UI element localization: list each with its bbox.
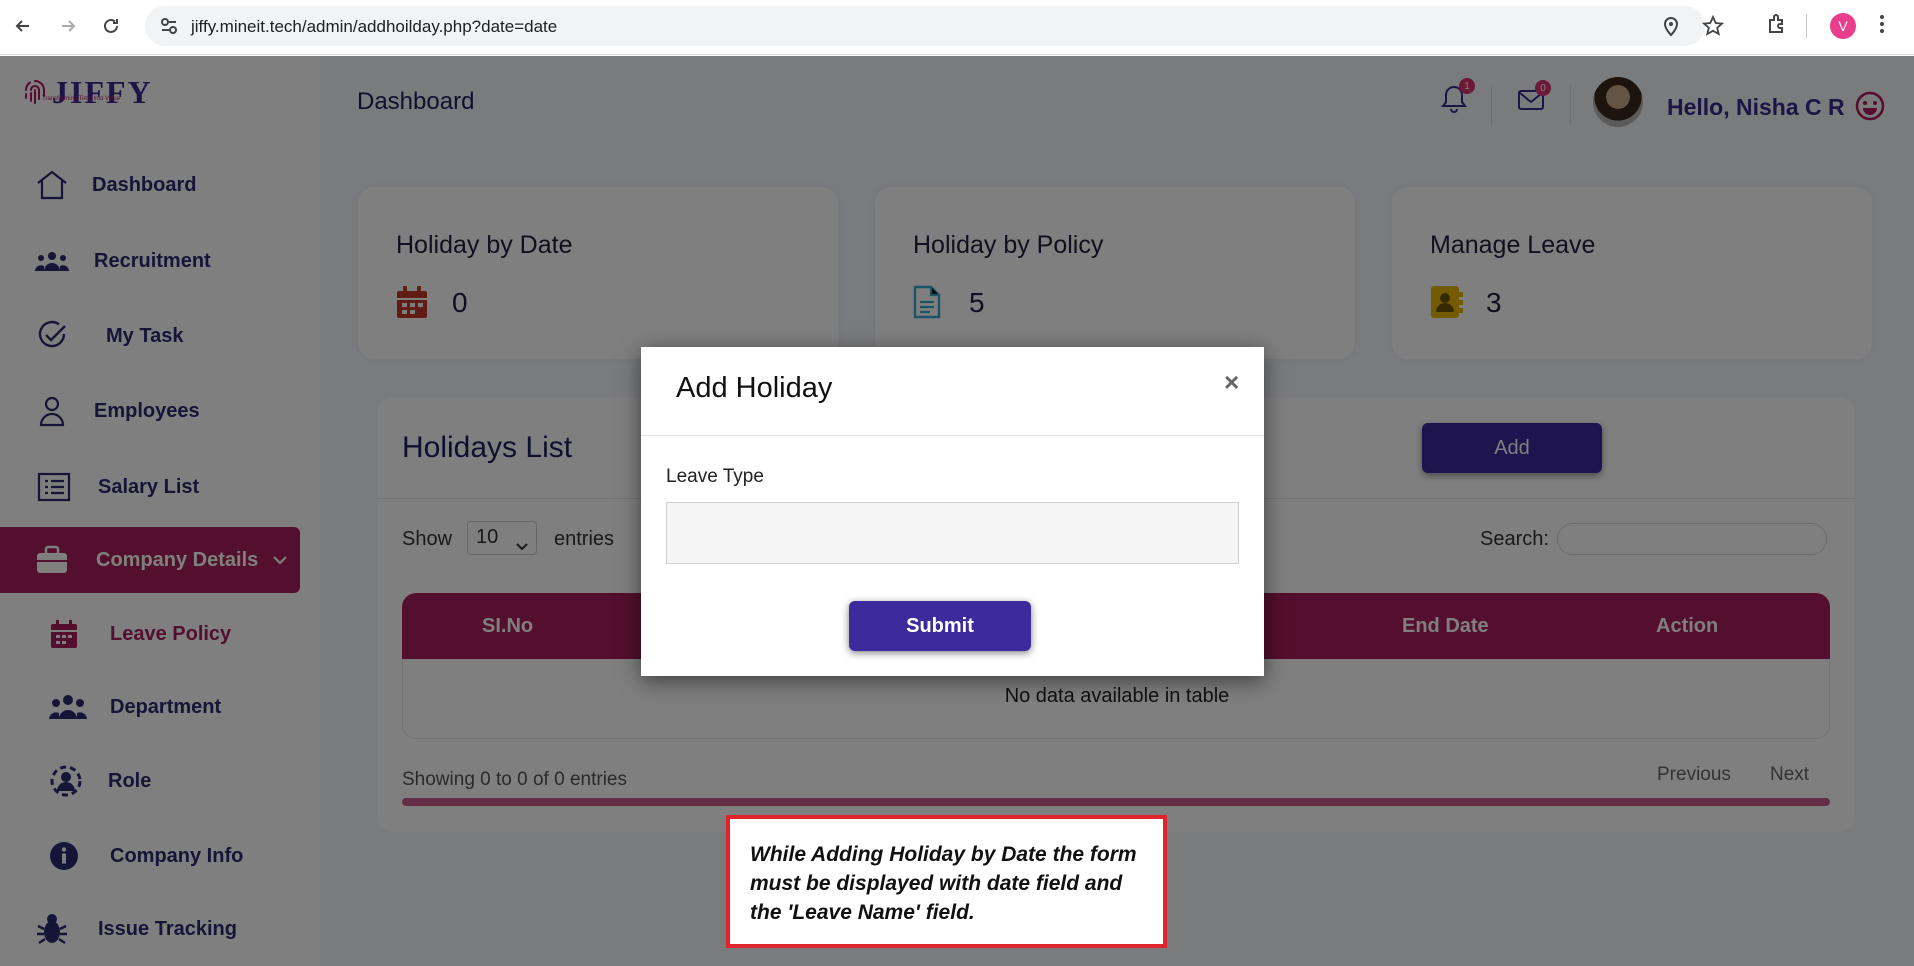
leave-type-label: Leave Type: [666, 466, 764, 487]
extensions-puzzle-icon[interactable]: [1765, 12, 1789, 41]
menu-kebab-icon[interactable]: [1878, 12, 1886, 41]
close-icon[interactable]: ×: [1224, 367, 1239, 398]
url-text: jiffy.mineit.tech/admin/addhoilday.php?d…: [191, 17, 558, 36]
location-pin-icon[interactable]: [1661, 15, 1681, 42]
bookmark-star-icon[interactable]: [1701, 14, 1725, 42]
profile-initial: V: [1838, 18, 1848, 34]
modal-divider: [641, 435, 1264, 436]
annotation-text: While Adding Holiday by Date the form mu…: [750, 843, 1137, 924]
leave-type-input[interactable]: [666, 502, 1239, 564]
submit-button[interactable]: Submit: [849, 601, 1031, 651]
back-arrow-icon[interactable]: [9, 12, 37, 40]
annotation-callout: While Adding Holiday by Date the form mu…: [726, 815, 1167, 948]
profile-avatar[interactable]: V: [1830, 13, 1856, 39]
site-settings-icon[interactable]: [159, 16, 179, 41]
forward-arrow-icon[interactable]: [54, 12, 82, 40]
address-bar[interactable]: jiffy.mineit.tech/admin/addhoilday.php?d…: [145, 6, 1725, 46]
toolbar-divider: [1806, 14, 1807, 38]
reload-icon[interactable]: [97, 12, 125, 40]
modal-title: Add Holiday: [676, 372, 833, 404]
browser-toolbar: jiffy.mineit.tech/admin/addhoilday.php?d…: [0, 0, 1914, 55]
add-holiday-modal: Add Holiday × Leave Type Submit: [641, 347, 1264, 676]
